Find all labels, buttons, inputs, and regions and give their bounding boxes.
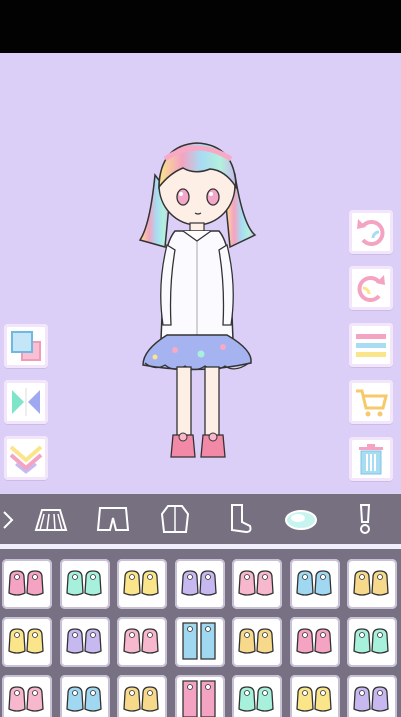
- tab-shorts[interactable]: [92, 498, 134, 540]
- layer-swap-button[interactable]: [4, 324, 48, 368]
- item-tile[interactable]: [347, 559, 397, 609]
- shoes-icon: [285, 510, 317, 530]
- tab-partial[interactable]: [0, 498, 20, 540]
- status-bar: [0, 0, 401, 53]
- category-bar: [0, 494, 401, 544]
- yellow-frill-socks-icon: [353, 628, 389, 654]
- navy-bow-socks-icon: [238, 628, 274, 654]
- blue-fluffy-boots-icon: [238, 686, 274, 712]
- item-tile[interactable]: [232, 675, 282, 717]
- lavender-fur-boots-icon: [180, 570, 217, 596]
- jacket-icon: [160, 505, 190, 533]
- partial-tab-icon: [3, 511, 14, 529]
- pink-ankle-socks-icon: [295, 628, 332, 654]
- item-tile[interactable]: [174, 675, 225, 717]
- trash-button[interactable]: [349, 437, 393, 481]
- undo-icon: [357, 219, 385, 246]
- tab-socks[interactable]: [218, 498, 260, 540]
- pink-boots-icon: [8, 570, 44, 596]
- tab-accessories[interactable]: [344, 498, 386, 540]
- character-avatar: [138, 142, 257, 458]
- item-tile[interactable]: [289, 617, 340, 667]
- purple-tall-socks-icon: [181, 680, 216, 717]
- item-tile[interactable]: [347, 675, 397, 717]
- yellow-flats-icon: [353, 570, 389, 596]
- item-tile[interactable]: [289, 559, 340, 609]
- item-tile[interactable]: [2, 559, 52, 609]
- extra-item-icon: [353, 686, 389, 712]
- item-tile[interactable]: [117, 559, 167, 609]
- socks-icon: [231, 504, 252, 534]
- items-panel: [0, 549, 401, 717]
- mint-tall-socks-icon: [181, 622, 216, 660]
- item-tile[interactable]: [117, 675, 167, 717]
- mint-shoes-icon: [65, 570, 102, 596]
- item-tile[interactable]: [117, 617, 167, 667]
- accessory-icon: [359, 504, 371, 534]
- teal-sneakers-icon: [65, 686, 102, 712]
- pink-sneakers-icon: [8, 686, 44, 712]
- item-tile[interactable]: [232, 559, 282, 609]
- navy-sneakers-icon: [295, 686, 332, 712]
- tab-outerwear[interactable]: [154, 498, 196, 540]
- trash-icon: [359, 444, 383, 475]
- collapse-chevron-icon: [9, 445, 43, 474]
- item-tile[interactable]: [59, 675, 110, 717]
- pink-low-shoes-icon: [8, 628, 44, 654]
- mint-flats-icon: [295, 570, 332, 596]
- layer-swap-icon: [11, 331, 41, 361]
- redo-icon: [357, 275, 385, 302]
- item-tile[interactable]: [59, 559, 110, 609]
- item-tile[interactable]: [2, 675, 52, 717]
- blue-strap-shoes-icon: [123, 686, 159, 712]
- item-tile[interactable]: [232, 617, 282, 667]
- dressup-stage: [0, 53, 401, 493]
- cart-button[interactable]: [349, 380, 393, 424]
- cart-icon: [356, 389, 388, 417]
- tab-shoes[interactable]: [280, 498, 322, 540]
- flip-button[interactable]: [4, 380, 48, 424]
- item-tile[interactable]: [174, 559, 225, 609]
- redo-button[interactable]: [349, 266, 393, 310]
- shorts-icon: [96, 507, 130, 531]
- item-tile[interactable]: [347, 617, 397, 667]
- menu-icon: [356, 334, 386, 357]
- flip-icon: [12, 388, 40, 416]
- tab-skirts[interactable]: [30, 498, 72, 540]
- skirt-icon: [34, 509, 68, 531]
- item-tile[interactable]: [289, 675, 340, 717]
- pink-frill-socks-icon: [123, 628, 159, 654]
- pink-flats-icon: [238, 570, 274, 596]
- collapse-button[interactable]: [4, 436, 48, 480]
- undo-button[interactable]: [349, 210, 393, 254]
- item-tile[interactable]: [174, 617, 225, 667]
- menu-button[interactable]: [349, 323, 393, 367]
- yellow-lace-sandals-icon: [123, 570, 159, 596]
- item-tile[interactable]: [59, 617, 110, 667]
- blue-bow-shoes-icon: [65, 628, 102, 654]
- item-tile[interactable]: [2, 617, 52, 667]
